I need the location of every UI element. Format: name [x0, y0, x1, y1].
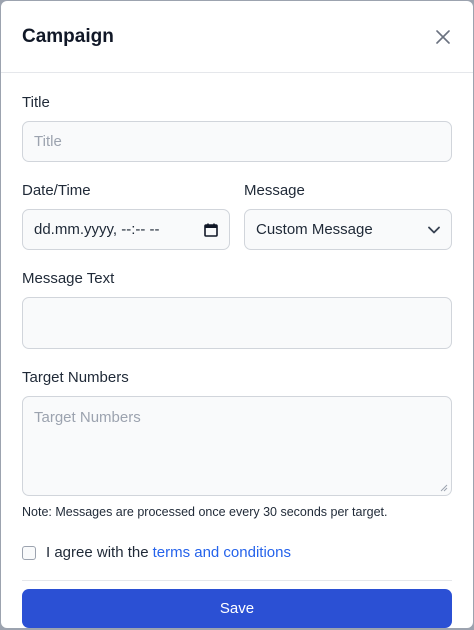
resize-handle-icon[interactable] [440, 484, 448, 492]
message-label: Message [244, 182, 305, 199]
close-icon [436, 29, 450, 44]
message-text-input[interactable] [22, 297, 452, 349]
target-numbers-label: Target Numbers [22, 369, 129, 386]
save-button-label: Save [219, 600, 255, 617]
footer-divider [22, 580, 452, 581]
message-select[interactable]: Custom Message [244, 209, 452, 250]
title-input[interactable]: Title [22, 121, 452, 162]
terms-checkbox[interactable] [22, 545, 36, 560]
terms-link[interactable]: terms and conditions [153, 544, 291, 561]
datetime-input[interactable]: dd.mm.yyyy, --:-- -- [22, 209, 230, 250]
target-numbers-group: Target Numbers Target Numbers Note: Mess… [22, 369, 452, 519]
terms-text: I agree with the [46, 544, 149, 561]
campaign-modal: Campaign Title Title Date/Time dd.mm.yyy… [1, 1, 473, 628]
modal-header: Campaign [1, 1, 473, 73]
terms-agreement: I agree with the terms and conditions [22, 544, 452, 561]
close-button[interactable] [429, 23, 457, 51]
title-label: Title [22, 94, 50, 111]
modal-title: Campaign [22, 25, 114, 47]
save-button[interactable]: Save [22, 589, 452, 628]
modal-body: Title Title Date/Time dd.mm.yyyy, --:-- … [1, 73, 473, 628]
message-group: Message Custom Message [244, 182, 452, 250]
datetime-label: Date/Time [22, 182, 91, 199]
chevron-down-icon [428, 226, 440, 233]
title-group: Title Title [22, 94, 452, 162]
datetime-group: Date/Time dd.mm.yyyy, --:-- -- [22, 182, 230, 250]
calendar-icon[interactable] [204, 223, 218, 237]
target-numbers-placeholder: Target Numbers [34, 409, 141, 426]
title-placeholder: Title [34, 133, 62, 150]
target-numbers-textarea[interactable]: Target Numbers [22, 396, 452, 496]
datetime-message-row: Date/Time dd.mm.yyyy, --:-- -- Message C… [22, 182, 452, 250]
processing-note: Note: Messages are processed once every … [22, 505, 388, 519]
message-selected-value: Custom Message [256, 221, 373, 238]
datetime-value: dd.mm.yyyy, --:-- -- [34, 221, 160, 238]
message-text-group: Message Text [22, 270, 452, 349]
message-text-label: Message Text [22, 270, 115, 287]
